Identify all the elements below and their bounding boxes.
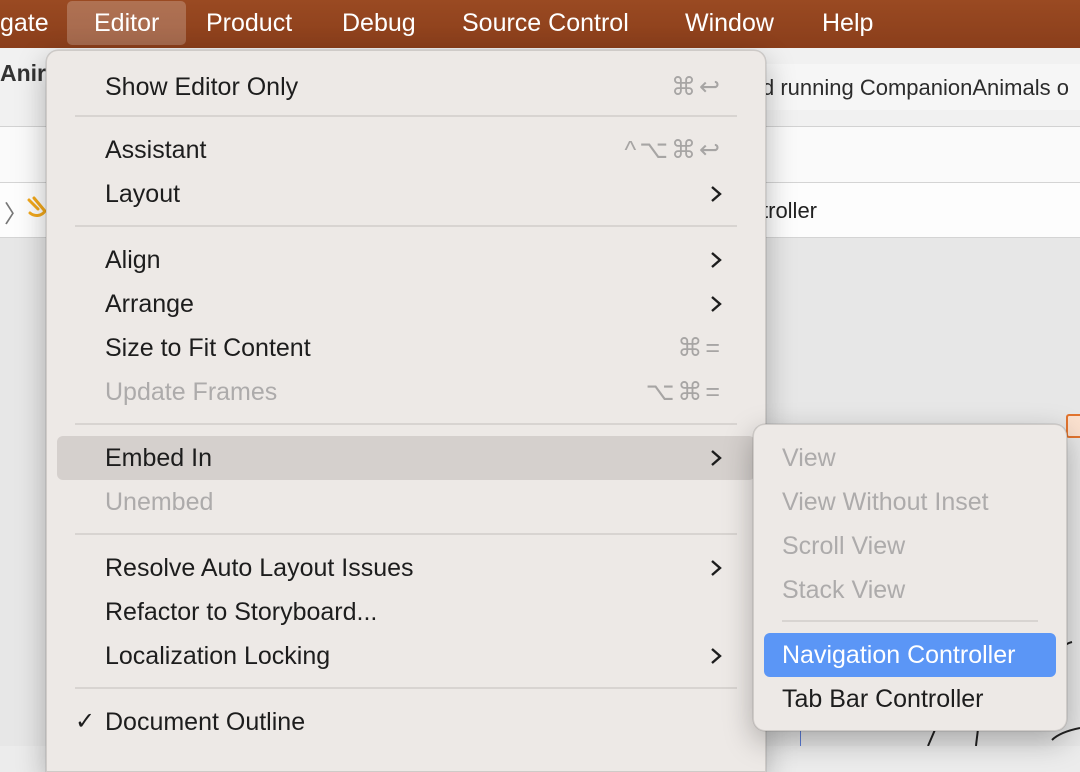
activity-status-text: d running CompanionAnimals o	[762, 75, 1069, 100]
chevron-right-icon	[711, 560, 722, 576]
swift-icon	[27, 196, 47, 217]
menu-item-label: Unembed	[105, 488, 214, 516]
menu-bar: gate Editor Product Debug Source Control…	[0, 0, 1080, 48]
menu-item-localization-locking[interactable]: Localization Locking	[57, 634, 755, 678]
menu-item-label: Resolve Auto Layout Issues	[105, 554, 414, 582]
menu-item-update-frames: Update Frames ⌥⌘=	[57, 370, 755, 414]
menu-item-unembed: Unembed	[57, 480, 755, 524]
chevron-right-icon	[711, 186, 722, 202]
menu-item-label: Navigation Controller	[782, 641, 1016, 669]
menubar-item-navigate[interactable]: gate	[0, 0, 49, 46]
menu-item-label: Arrange	[105, 290, 194, 318]
menu-separator	[75, 225, 737, 227]
menu-separator	[75, 533, 737, 535]
menu-separator	[75, 687, 737, 689]
menubar-item-debug[interactable]: Debug	[342, 0, 416, 46]
scene-dock-icon	[1066, 414, 1080, 438]
menubar-item-help[interactable]: Help	[822, 0, 873, 46]
menu-item-label: Tab Bar Controller	[782, 685, 984, 713]
menu-item-resolve-auto-layout-issues[interactable]: Resolve Auto Layout Issues	[57, 546, 755, 590]
menu-item-layout[interactable]: Layout	[57, 172, 755, 216]
menu-item-size-to-fit-content[interactable]: Size to Fit Content ⌘=	[57, 326, 755, 370]
chevron-right-icon[interactable]: 〉	[4, 194, 28, 229]
menu-item-assistant[interactable]: Assistant ^⌥⌘↩	[57, 128, 755, 172]
keyboard-shortcut: ^⌥⌘↩	[624, 136, 723, 164]
menubar-item-product[interactable]: Product	[206, 0, 292, 46]
chevron-right-icon	[711, 296, 722, 312]
menu-item-label: Assistant	[105, 136, 207, 164]
menu-separator	[782, 620, 1038, 622]
menu-item-label: Layout	[105, 180, 181, 208]
embed-in-submenu: View View Without Inset Scroll View Stac…	[753, 424, 1067, 731]
menu-item-label: Scroll View	[782, 532, 906, 560]
menu-item-align[interactable]: Align	[57, 238, 755, 282]
menu-separator	[75, 115, 737, 117]
menu-item-label: Show Editor Only	[105, 73, 299, 101]
chevron-right-icon	[711, 450, 722, 466]
menu-item-embed-in[interactable]: Embed In	[57, 436, 755, 480]
menu-item-label: Refactor to Storyboard...	[105, 598, 378, 626]
chevron-right-icon	[711, 648, 722, 664]
menubar-item-window[interactable]: Window	[685, 0, 774, 46]
menu-item-label: Embed In	[105, 444, 213, 472]
scheme-title[interactable]: Anir	[0, 60, 46, 87]
menu-item-label: Stack View	[782, 576, 906, 604]
submenu-item-navigation-controller[interactable]: Navigation Controller	[764, 633, 1056, 677]
menu-item-label: Size to Fit Content	[105, 334, 311, 362]
keyboard-shortcut: ⌥⌘=	[645, 378, 723, 406]
menu-item-arrange[interactable]: Arrange	[57, 282, 755, 326]
submenu-item-view: View	[764, 436, 1056, 480]
menubar-item-editor[interactable]: Editor	[67, 1, 187, 45]
chevron-right-icon	[711, 252, 722, 268]
checkmark-icon: ✓	[75, 708, 96, 735]
submenu-item-stack-view: Stack View	[764, 568, 1056, 612]
menu-item-label: View Without Inset	[782, 488, 989, 516]
jumpbar-item-controller[interactable]: troller	[762, 198, 817, 224]
menu-item-show-editor-only[interactable]: Show Editor Only ⌘↩	[57, 65, 755, 109]
menu-item-label: Align	[105, 246, 161, 274]
menu-item-refactor-to-storyboard[interactable]: Refactor to Storyboard...	[57, 590, 755, 634]
submenu-item-scroll-view: Scroll View	[764, 524, 1056, 568]
menubar-item-source-control[interactable]: Source Control	[462, 0, 629, 46]
submenu-item-view-without-inset: View Without Inset	[764, 480, 1056, 524]
menu-item-label: View	[782, 444, 836, 472]
keyboard-shortcut: ⌘=	[677, 334, 723, 362]
menu-item-label: Localization Locking	[105, 642, 331, 670]
menu-item-label: Document Outline	[105, 708, 306, 736]
menu-item-document-outline[interactable]: ✓ Document Outline	[57, 700, 755, 744]
editor-menu: Show Editor Only ⌘↩ Assistant ^⌥⌘↩ Layou…	[46, 50, 766, 772]
submenu-item-tab-bar-controller[interactable]: Tab Bar Controller	[764, 677, 1056, 721]
menu-item-label: Update Frames	[105, 378, 278, 406]
keyboard-shortcut: ⌘↩	[671, 73, 723, 101]
menu-separator	[75, 423, 737, 425]
